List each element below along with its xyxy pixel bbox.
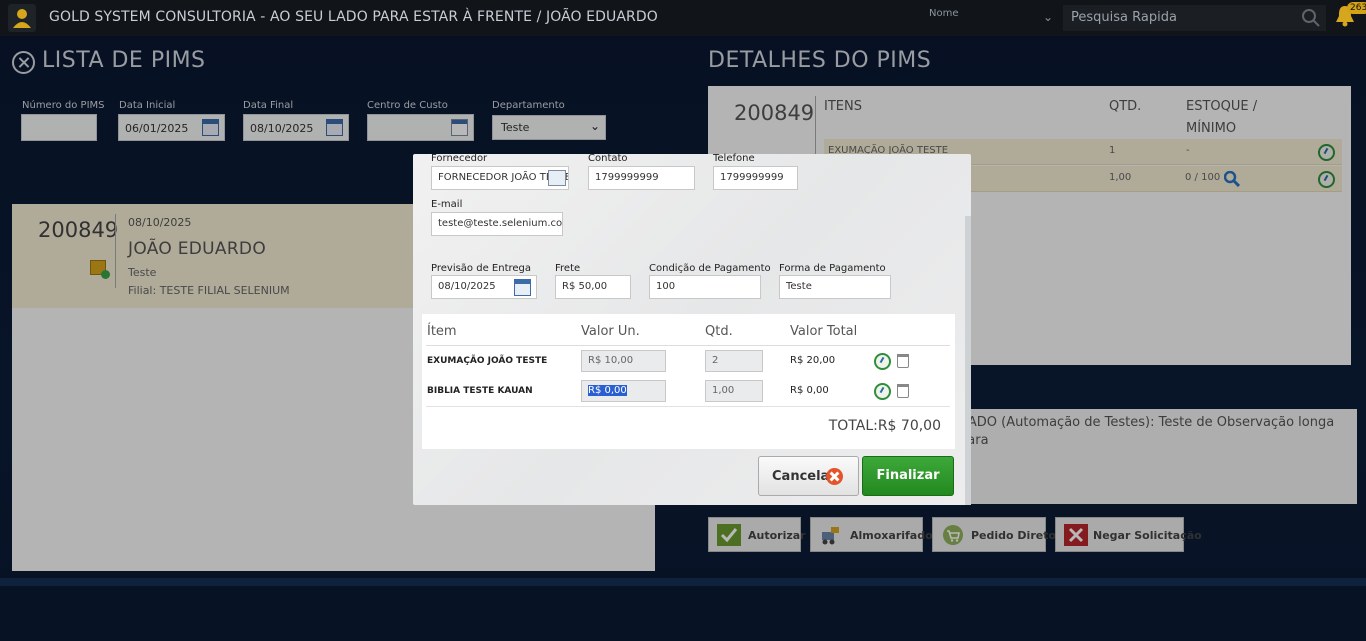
condicao-label: Condição de Pagamento xyxy=(649,263,771,274)
order-total: TOTAL:R$ 70,00 xyxy=(828,418,941,434)
col-qtd: Qtd. xyxy=(705,324,733,339)
row-total: R$ 20,00 xyxy=(790,355,836,366)
user-icon[interactable] xyxy=(8,4,36,32)
col-item: Ítem xyxy=(427,324,457,339)
close-icon xyxy=(826,468,843,485)
selected-text: R$ 0,00 xyxy=(588,385,627,396)
row-item: BIBLIA TESTE KAUAN xyxy=(427,386,533,396)
qtd-input[interactable]: 2 xyxy=(705,350,763,372)
previsao-input[interactable]: 08/10/2025 xyxy=(431,275,537,299)
valor-un-input[interactable]: R$ 0,00 xyxy=(581,380,666,402)
forma-input[interactable]: Teste xyxy=(779,275,891,299)
search-input[interactable]: Pesquisa Rapida xyxy=(1063,5,1326,31)
search-field-select-value: Nome xyxy=(929,8,959,19)
contato-label: Contato xyxy=(588,153,628,164)
forma-label: Forma de Pagamento xyxy=(779,263,886,274)
clock-icon[interactable] xyxy=(874,383,891,400)
row-item: EXUMAÇÃO JOÃO TESTE xyxy=(427,356,548,366)
search-icon[interactable] xyxy=(1302,9,1320,27)
search-field-select[interactable]: Nome ⌄ xyxy=(929,8,1057,28)
fornecedor-input[interactable]: FORNECEDOR JOÃO TESTE xyxy=(431,166,569,190)
items-table: Ítem Valor Un. Qtd. Valor Total EXUMAÇÃO… xyxy=(422,314,955,449)
contato-input[interactable]: 1799999999 xyxy=(588,166,695,190)
finalize-button[interactable]: Finalizar xyxy=(862,456,954,496)
search-placeholder: Pesquisa Rapida xyxy=(1071,10,1177,25)
cancel-button[interactable]: Cancelar xyxy=(758,456,859,496)
fornecedor-label: Fornecedor xyxy=(431,153,488,164)
trash-icon[interactable] xyxy=(897,384,909,398)
qtd-input[interactable]: 1,00 xyxy=(705,380,763,402)
lookup-icon[interactable] xyxy=(548,170,566,186)
previsao-value: 08/10/2025 xyxy=(438,281,496,292)
purchase-modal: Fornecedor FORNECEDOR JOÃO TESTE Contato… xyxy=(413,153,971,505)
notification-badge: 263 xyxy=(1347,2,1366,14)
top-bar: GOLD SYSTEM CONSULTORIA - AO SEU LADO PA… xyxy=(0,0,1366,36)
telefone-label: Telefone xyxy=(713,153,755,164)
divider xyxy=(426,345,950,346)
condicao-input[interactable]: 100 xyxy=(649,275,761,299)
email-input[interactable]: teste@teste.selenium.com xyxy=(431,212,563,236)
telefone-input[interactable]: 1799999999 xyxy=(713,166,798,190)
trash-icon[interactable] xyxy=(897,354,909,368)
frete-input[interactable]: R$ 50,00 xyxy=(555,275,631,299)
app-title: GOLD SYSTEM CONSULTORIA - AO SEU LADO PA… xyxy=(49,9,658,25)
divider xyxy=(426,406,950,407)
col-valor-total: Valor Total xyxy=(790,324,858,339)
clock-icon[interactable] xyxy=(874,353,891,370)
email-label: E-mail xyxy=(431,199,463,210)
frete-label: Frete xyxy=(555,263,581,274)
scrollbar[interactable] xyxy=(965,216,971,505)
chevron-down-icon: ⌄ xyxy=(1042,10,1053,24)
row-total: R$ 0,00 xyxy=(790,385,829,396)
previsao-label: Previsão de Entrega xyxy=(431,263,532,274)
calendar-icon[interactable] xyxy=(514,279,531,296)
col-valor-un: Valor Un. xyxy=(581,324,640,339)
valor-un-input[interactable]: R$ 10,00 xyxy=(581,350,666,372)
